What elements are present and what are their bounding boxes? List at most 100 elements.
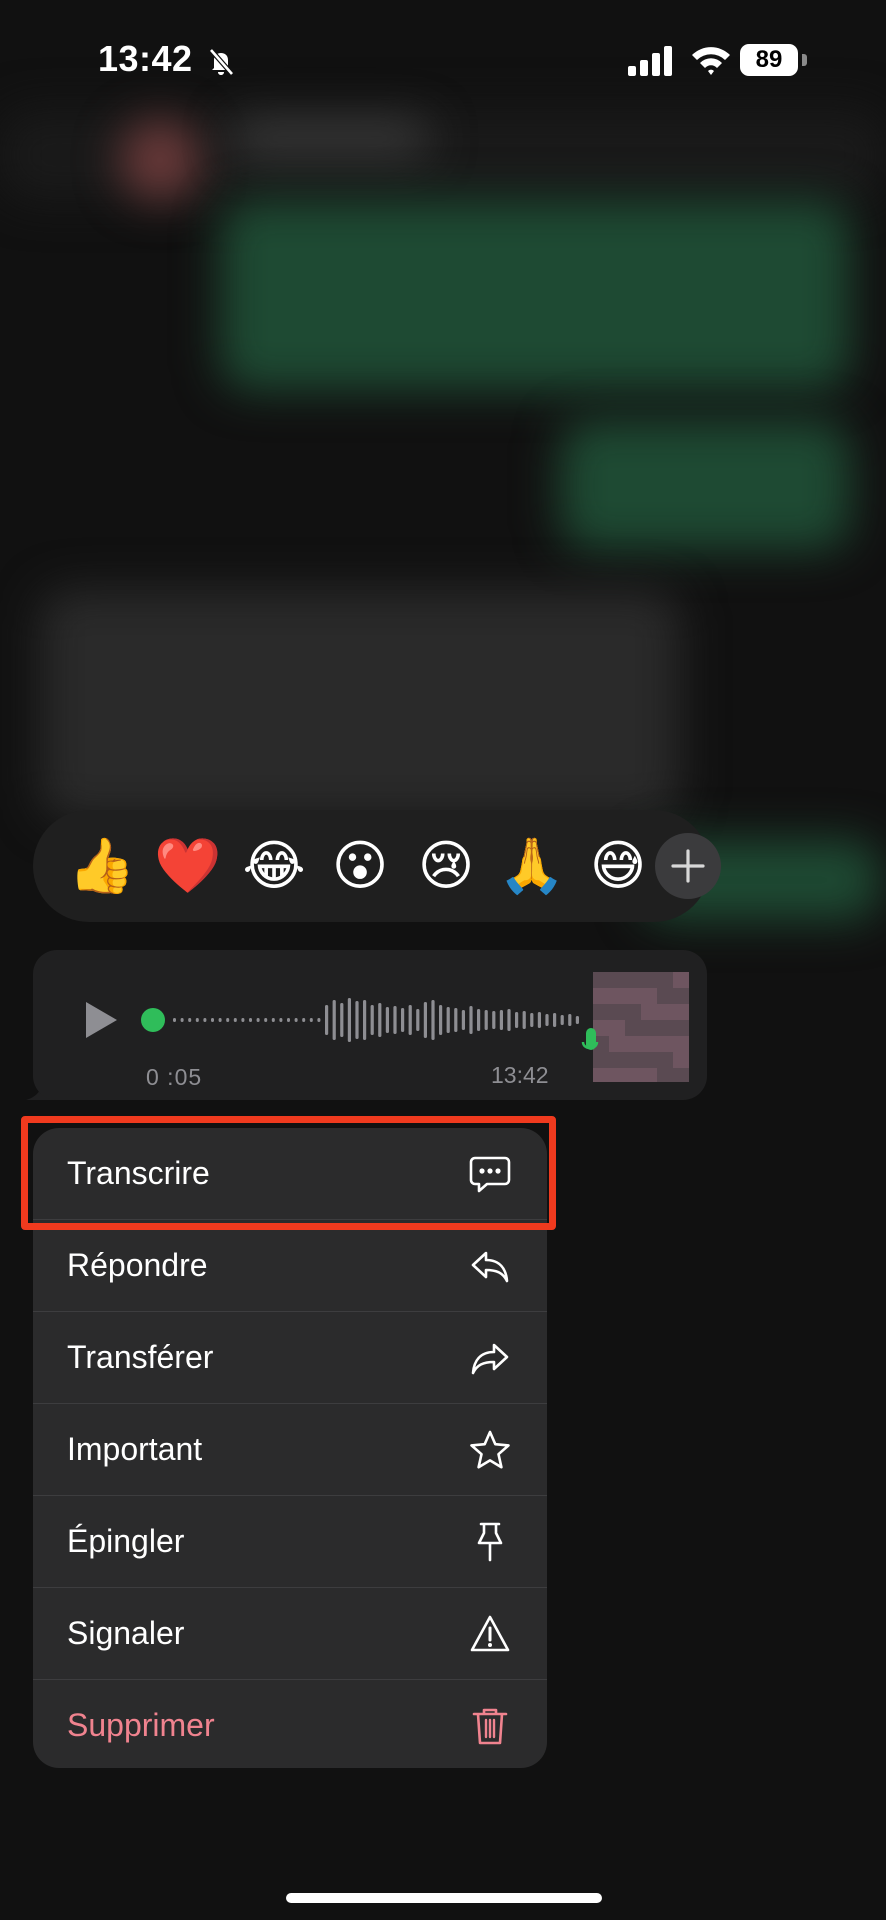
waveform-bar: [401, 1008, 405, 1032]
forward-icon: [471, 1343, 509, 1375]
avatar-pixel: [593, 1068, 609, 1082]
menu-item-label: Transférer: [67, 1339, 214, 1375]
reaction-tears-of-joy[interactable]: 😂: [231, 839, 317, 893]
avatar: [593, 972, 689, 1082]
avatar-pixel: [673, 1004, 689, 1020]
avatar-pixel: [593, 972, 609, 988]
avatar-pixel: [673, 1036, 689, 1052]
avatar-pixel: [641, 1004, 657, 1020]
avatar-pixel: [657, 1036, 673, 1052]
menu-item-reply[interactable]: Répondre: [33, 1220, 547, 1312]
microphone-icon: [581, 1028, 599, 1050]
waveform-bar: [317, 1018, 321, 1022]
avatar-pixel: [657, 972, 673, 988]
avatar-pixel: [641, 988, 657, 1004]
avatar-pixel: [625, 972, 641, 988]
waveform-bar: [499, 1010, 503, 1030]
waveform-bar: [264, 1018, 268, 1022]
avatar-pixel: [657, 1068, 673, 1082]
menu-item-label: Supprimer: [67, 1707, 215, 1743]
waveform-bar: [568, 1014, 572, 1026]
menu-item-label: Répondre: [67, 1247, 208, 1283]
waveform-bar: [340, 1003, 344, 1037]
avatar-pixel: [625, 1004, 641, 1020]
avatar-pixel: [625, 1052, 641, 1068]
avatar-pixel: [657, 1052, 673, 1068]
wifi-icon: [692, 47, 730, 75]
menu-item-pin[interactable]: Épingler: [33, 1496, 547, 1588]
avatar-pixel: [673, 972, 689, 988]
transcribe-bubble-icon: [469, 1156, 511, 1193]
waveform-bar: [256, 1018, 260, 1022]
menu-item-label: Épingler: [67, 1523, 185, 1559]
waveform[interactable]: [141, 994, 591, 1046]
avatar-pixel: [625, 1020, 641, 1036]
playhead-dot: [141, 1008, 165, 1032]
waveform-bar: [195, 1018, 199, 1022]
waveform-bar: [355, 1001, 359, 1039]
waveform-bar: [309, 1018, 313, 1022]
avatar-pixel: [609, 1020, 625, 1036]
menu-item-delete[interactable]: Supprimer: [33, 1680, 547, 1768]
status-time: 13:42: [98, 38, 193, 79]
avatar-pixel: [609, 1052, 625, 1068]
reaction-grinning-sweat[interactable]: 😅: [575, 839, 659, 893]
waveform-bar: [279, 1018, 283, 1022]
menu-item-forward[interactable]: Transférer: [33, 1312, 547, 1404]
reply-icon: [471, 1251, 509, 1283]
avatar-pixel: [641, 1036, 657, 1052]
waveform-bar: [507, 1009, 511, 1031]
waveform-bar: [431, 1000, 435, 1040]
avatar-pixel: [641, 1068, 657, 1082]
play-icon[interactable]: [81, 998, 121, 1042]
star-icon: [470, 1430, 510, 1469]
waveform-bar: [515, 1012, 519, 1028]
avatar-pixel: [673, 988, 689, 1004]
waveform-bar: [302, 1018, 306, 1022]
waveform-bar: [423, 1002, 427, 1038]
avatar-pixel: [673, 1020, 689, 1036]
waveform-bar: [325, 1005, 329, 1035]
trash-icon: [472, 1708, 508, 1745]
avatar-pixel: [625, 1068, 641, 1082]
reaction-heart[interactable]: ❤️: [145, 839, 231, 893]
waveform-bar: [347, 998, 351, 1042]
waveform-bar: [271, 1018, 275, 1022]
waveform-bar: [575, 1016, 579, 1024]
avatar-pixel: [625, 1036, 641, 1052]
home-indicator[interactable]: [286, 1893, 602, 1903]
menu-item-report[interactable]: Signaler: [33, 1588, 547, 1680]
reaction-thumbs-up[interactable]: 👍: [59, 839, 145, 893]
avatar-pixel: [641, 1020, 657, 1036]
context-menu: Transcrire Répondre Transférer Important…: [33, 1128, 547, 1768]
signal-icon: [628, 46, 672, 76]
waveform-bar: [439, 1005, 443, 1035]
pin-icon: [477, 1522, 503, 1562]
waveform-bar: [173, 1018, 176, 1022]
waveform-bar: [537, 1012, 541, 1028]
voice-message-bubble[interactable]: 0 :05 13:42: [33, 950, 707, 1100]
waveform-bar: [370, 1005, 374, 1035]
menu-item-transcribe[interactable]: Transcrire: [33, 1128, 547, 1220]
avatar-pixel: [641, 972, 657, 988]
waveform-bar: [408, 1005, 412, 1035]
menu-item-important[interactable]: Important: [33, 1404, 547, 1496]
waveform-bar: [545, 1014, 549, 1026]
waveform-bar: [332, 1000, 336, 1040]
waveform-bar: [211, 1018, 214, 1022]
waveform-bar: [393, 1006, 397, 1034]
menu-item-label: Signaler: [67, 1615, 185, 1651]
voice-timestamp: 13:42: [491, 1062, 549, 1088]
waveform-bar: [287, 1018, 290, 1022]
battery-icon: 89: [740, 44, 810, 76]
reaction-crying[interactable]: 😢: [403, 839, 489, 893]
reaction-folded-hands[interactable]: 🙏: [489, 839, 575, 893]
reaction-bar: 👍 ❤️ 😂 😮 😢 🙏 😅: [33, 810, 721, 922]
reaction-surprised[interactable]: 😮: [317, 839, 403, 893]
menu-item-label: Transcrire: [67, 1155, 210, 1191]
more-reactions-button[interactable]: [655, 833, 721, 899]
waveform-bar: [218, 1018, 222, 1022]
waveform-bar: [249, 1018, 252, 1022]
avatar-pixel: [673, 1068, 689, 1082]
menu-item-label: Important: [67, 1431, 203, 1467]
